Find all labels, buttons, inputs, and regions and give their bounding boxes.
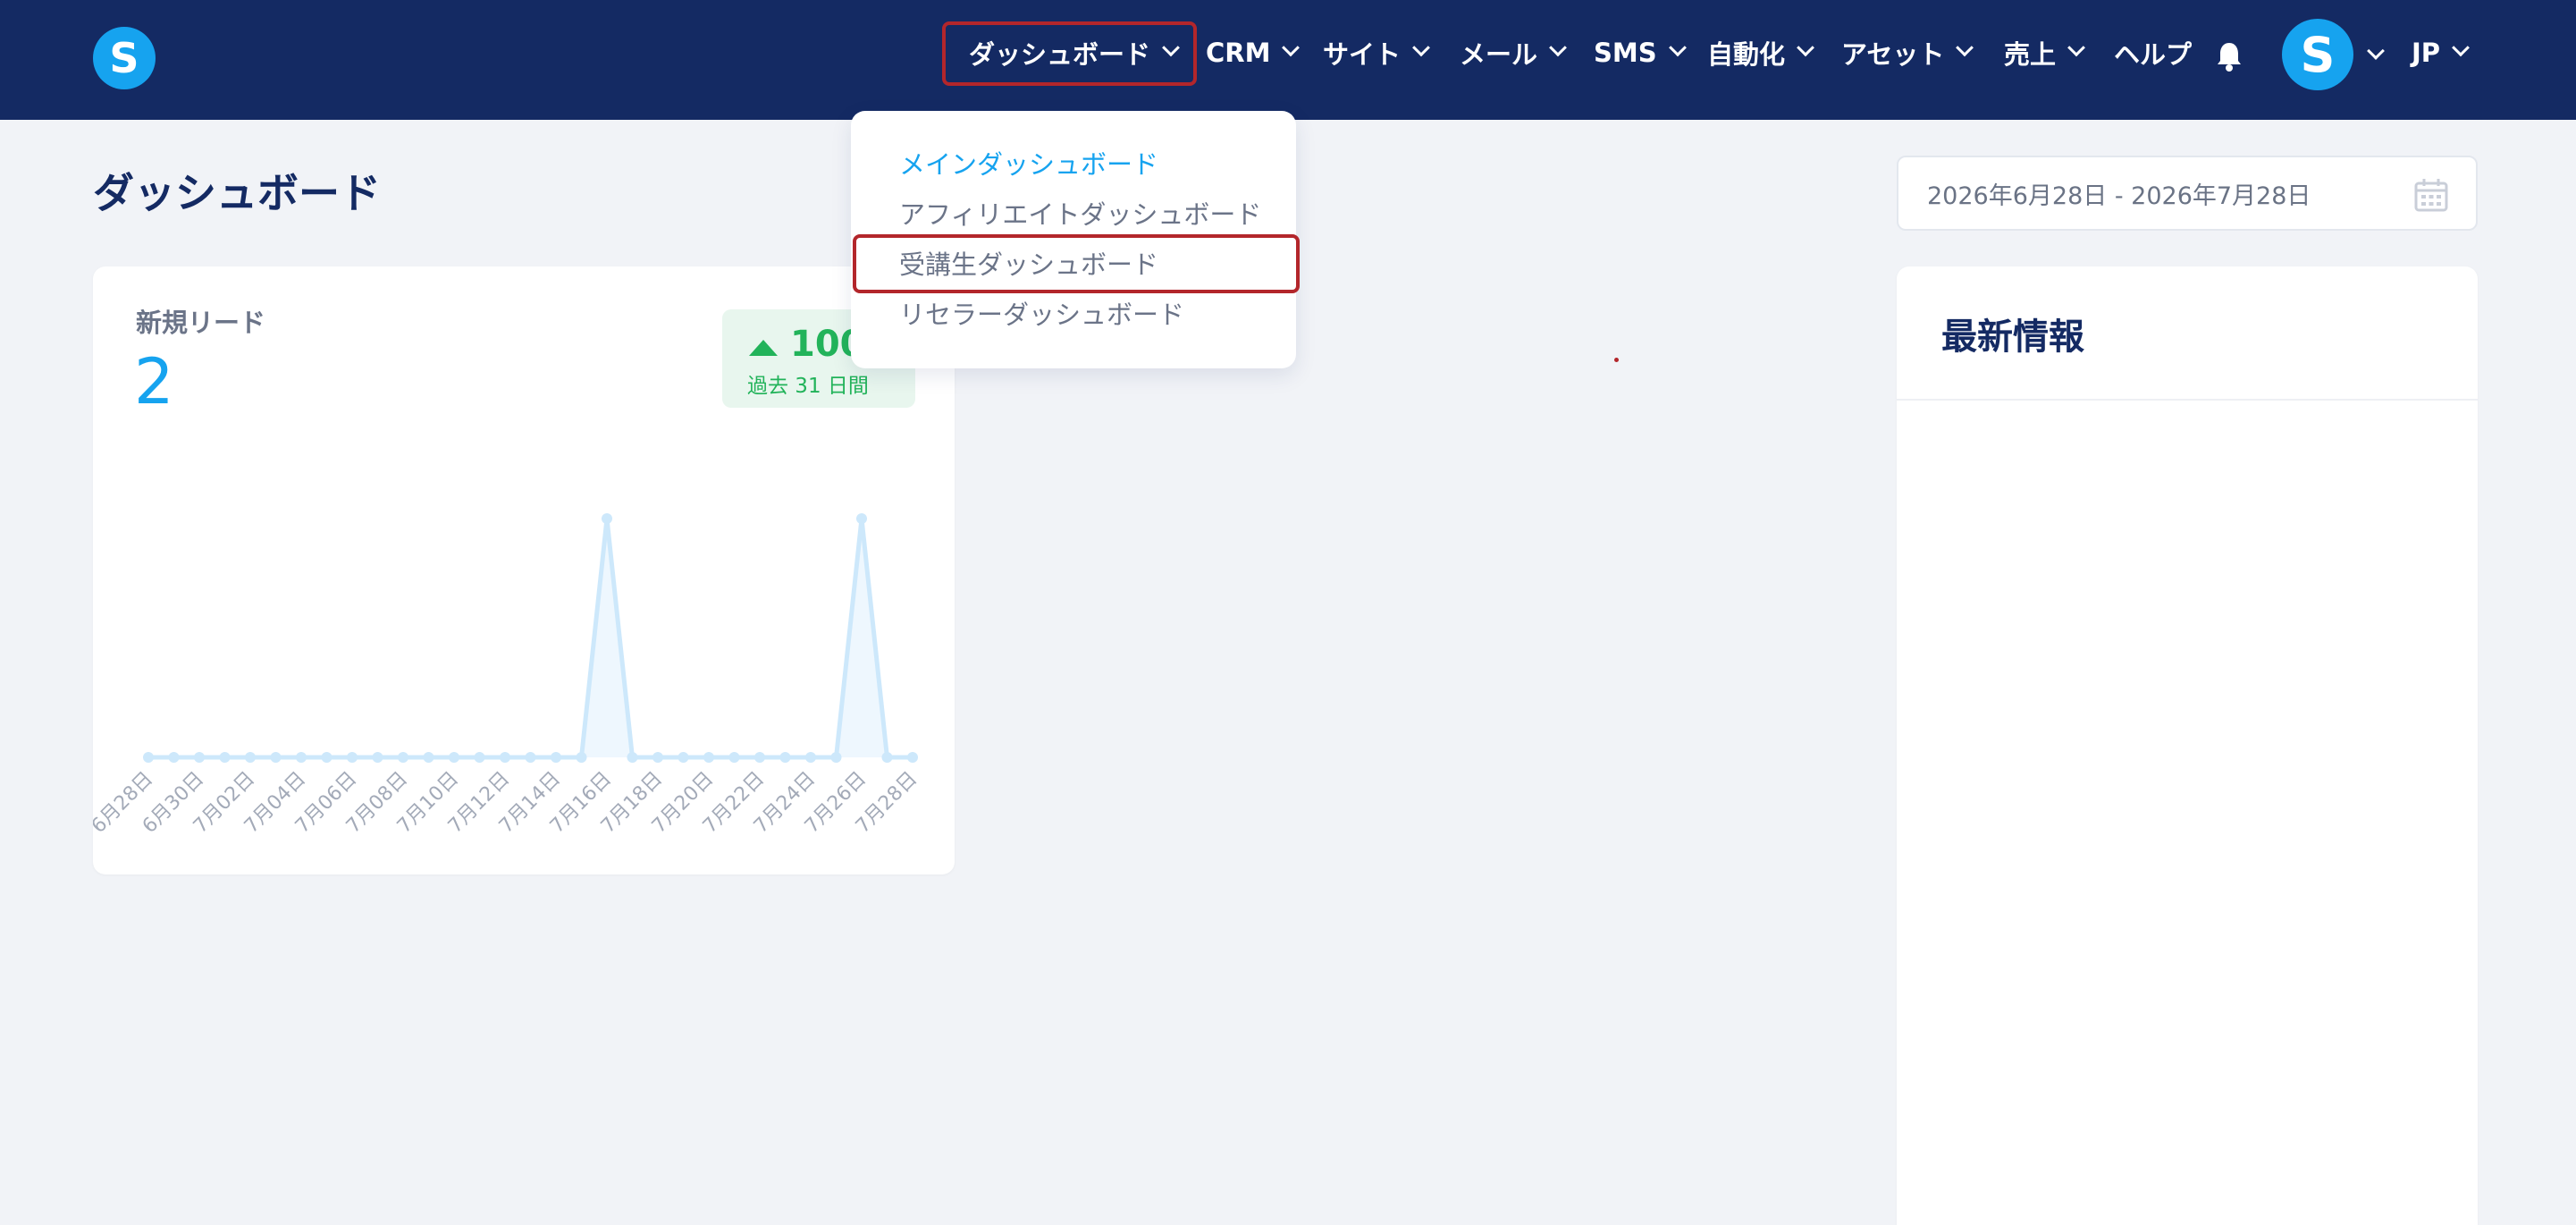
chart-point[interactable] <box>703 752 714 763</box>
new-leads-label: 新規リード <box>136 308 266 338</box>
nav-help-label: ヘルプ <box>2114 39 2193 70</box>
chart-point[interactable] <box>500 752 510 763</box>
chart-point[interactable] <box>474 752 485 763</box>
chart-point[interactable] <box>372 752 383 763</box>
chevron-down-icon <box>1797 38 1814 57</box>
app-logo[interactable]: S <box>93 27 156 89</box>
chart-point[interactable] <box>627 752 638 763</box>
nav-crm[interactable]: CRM <box>1206 0 1301 106</box>
language-selector[interactable]: JP <box>2412 0 2470 106</box>
chart-point[interactable] <box>652 752 663 763</box>
nav-assets[interactable]: アセット <box>1841 0 1974 106</box>
nav-sales-label: 売上 <box>2004 39 2057 70</box>
chart-point[interactable] <box>576 752 587 763</box>
top-navbar: S ダッシュボード CRM サイト メール SMS 自動化 アセット 売上 ヘル… <box>0 0 2576 120</box>
chevron-down-icon <box>1282 38 1301 57</box>
date-range-picker[interactable]: 2026年6月28日 - 2026年7月28日 <box>1897 156 2478 231</box>
chart-point[interactable] <box>602 513 612 524</box>
chevron-down-icon <box>2067 38 2085 57</box>
page-title: ダッシュボード <box>93 169 381 217</box>
chart-point[interactable] <box>449 752 459 763</box>
calendar-icon <box>2414 179 2448 212</box>
menu-item-reseller-dashboard[interactable]: リセラーダッシュボード <box>899 294 1184 332</box>
chart-series-line <box>148 516 913 760</box>
chart-point[interactable] <box>398 752 408 763</box>
chart-point[interactable] <box>551 752 561 763</box>
chart-point[interactable] <box>830 752 842 763</box>
nav-dashboard-focus-ring <box>942 21 1197 86</box>
chart-point[interactable] <box>219 752 231 763</box>
divider <box>1897 399 2478 401</box>
latest-info-card: 最新情報 <box>1897 266 2478 1225</box>
chart-point[interactable] <box>881 752 893 763</box>
chart-point[interactable] <box>296 752 307 763</box>
chart-point[interactable] <box>779 752 791 763</box>
change-period: 過去 31 日間 <box>747 375 869 398</box>
menu-item-main-dashboard[interactable]: メインダッシュボード <box>899 144 1158 182</box>
chart-point[interactable] <box>321 752 333 763</box>
user-avatar[interactable]: S <box>2282 19 2353 90</box>
menu-item-affiliate-dashboard[interactable]: アフィリエイトダッシュボード <box>899 194 1261 232</box>
chart-point[interactable] <box>168 752 180 763</box>
nav-site-label: サイト <box>1323 39 1402 70</box>
chevron-down-icon <box>1549 38 1567 57</box>
chart-point[interactable] <box>245 752 256 763</box>
chevron-down-icon[interactable] <box>2367 42 2385 60</box>
nav-automation[interactable]: 自動化 <box>1707 0 1814 106</box>
chevron-down-icon <box>1956 38 1974 57</box>
new-leads-card: 6月28日 6月30日 7月02日 7月04日 7月06日 7月08日 7月10日 7月12日… <box>93 266 955 874</box>
nav-mail-label: メール <box>1460 39 1538 70</box>
logo-letter: S <box>109 34 139 82</box>
nav-help[interactable]: ヘルプ <box>2114 0 2192 106</box>
chart-point[interactable] <box>907 752 918 763</box>
nav-crm-label: CRM <box>1206 38 1271 68</box>
cursor-marker <box>1614 358 1619 362</box>
chart-point[interactable] <box>856 513 867 524</box>
nav-site[interactable]: サイト <box>1323 0 1430 106</box>
chevron-down-icon <box>1668 38 1687 57</box>
nav-assets-label: アセット <box>1841 39 1945 70</box>
date-range-value: 2026年6月28日 - 2026年7月28日 <box>1927 182 2311 210</box>
chart-point[interactable] <box>678 752 689 763</box>
chart-point[interactable] <box>347 752 358 763</box>
new-leads-value: 2 <box>134 345 174 418</box>
chevron-down-icon <box>2452 38 2470 57</box>
chart-point[interactable] <box>270 752 282 763</box>
chart-point[interactable] <box>754 752 765 763</box>
avatar-letter: S <box>2300 26 2336 83</box>
latest-info-title: 最新情報 <box>1941 317 2084 358</box>
nav-mail[interactable]: メール <box>1460 0 1567 106</box>
chart-point[interactable] <box>143 752 154 763</box>
nav-sales[interactable]: 売上 <box>2004 0 2085 106</box>
nav-sms[interactable]: SMS <box>1594 0 1687 106</box>
nav-sms-label: SMS <box>1594 38 1657 68</box>
chart-point[interactable] <box>805 752 816 763</box>
chart-point[interactable] <box>728 752 740 763</box>
chart-area <box>148 519 913 757</box>
bell-icon[interactable] <box>2215 41 2243 72</box>
chevron-down-icon <box>1412 38 1430 57</box>
chart-point[interactable] <box>525 752 536 763</box>
menu-item-highlight <box>853 234 1300 293</box>
language-label: JP <box>2412 38 2441 68</box>
arrow-up-icon <box>749 340 778 356</box>
dashboard-dropdown-menu: メインダッシュボード アフィリエイトダッシュボード 受講生ダッシュボード リセラ… <box>851 111 1300 368</box>
chart-point[interactable] <box>194 752 205 763</box>
nav-automation-label: 自動化 <box>1707 39 1786 70</box>
chart-point[interactable] <box>423 752 434 763</box>
